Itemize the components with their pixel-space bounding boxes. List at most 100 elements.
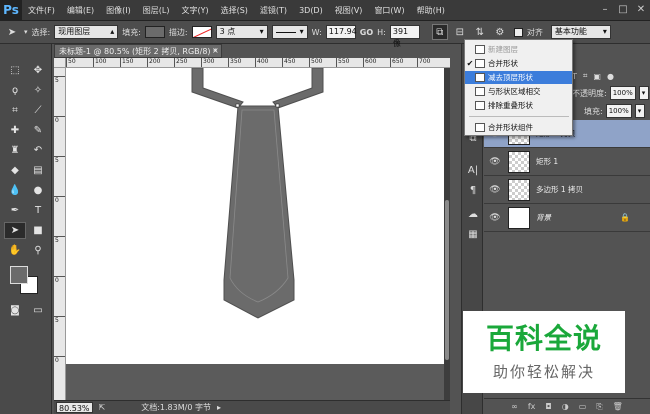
marquee-tool-icon[interactable]: ⬚: [4, 62, 26, 79]
gradient-icon[interactable]: ▤: [27, 162, 49, 179]
menu-select[interactable]: 选择(S): [215, 0, 254, 21]
pen-tool-icon[interactable]: ✒: [4, 202, 26, 219]
fill-swatch[interactable]: [144, 26, 165, 38]
scrollbar-thumb[interactable]: [445, 200, 449, 360]
rectangle-tool-icon[interactable]: ■: [27, 222, 49, 239]
quick-mask-icon[interactable]: ◙: [4, 302, 26, 319]
tie-neck-right[interactable]: [272, 68, 324, 109]
visibility-eye-icon[interactable]: 👁: [484, 185, 506, 195]
new-layer-icon[interactable]: ⎘: [596, 402, 602, 412]
stroke-size-dropdown[interactable]: 3 点 ▾: [215, 25, 268, 39]
eyedropper-icon[interactable]: ⟋: [27, 102, 49, 119]
eraser-icon[interactable]: ◆: [4, 162, 26, 179]
ruler-origin[interactable]: [54, 58, 66, 68]
foreground-color-swatch-front[interactable]: [10, 266, 28, 284]
path-selection-icon[interactable]: ➤: [4, 222, 26, 239]
info-menu-arrow-icon[interactable]: ▸: [217, 403, 221, 412]
tie-artwork[interactable]: [66, 68, 446, 364]
document-tab[interactable]: 未标题-1 @ 80.5% (矩形 2 拷贝, RGB/8) *: [54, 44, 222, 58]
move-tool-icon[interactable]: ✥: [27, 62, 49, 79]
close-tab-icon[interactable]: ×: [212, 44, 222, 58]
vertical-ruler[interactable]: 5 0 5 0 5 0 5 0: [54, 68, 66, 400]
magic-wand-icon[interactable]: ✧: [27, 82, 49, 99]
path-select-tool-icon[interactable]: ➤: [4, 24, 20, 40]
tool-presets-icon[interactable]: ☁: [465, 206, 481, 222]
maximize-button[interactable]: □: [614, 3, 632, 17]
filter-smart-icon[interactable]: ▣: [593, 72, 601, 81]
document-canvas[interactable]: [66, 68, 446, 364]
menu-file[interactable]: 文件(F): [22, 0, 61, 21]
hand-tool-icon[interactable]: ✋: [4, 242, 26, 259]
adjustment-icon[interactable]: ◑: [562, 402, 569, 411]
workspace-dropdown[interactable]: 基本功能 ▾: [550, 25, 611, 39]
stroke-swatch[interactable]: [191, 26, 212, 38]
menu-new-layer[interactable]: 新建图层: [465, 43, 572, 56]
visibility-eye-icon[interactable]: 👁: [484, 157, 506, 167]
settings-gear-icon[interactable]: ⚙: [492, 24, 508, 40]
filter-shape-icon[interactable]: ⌗: [583, 71, 588, 81]
fill-input[interactable]: 100%: [605, 104, 632, 118]
grid-panel-icon[interactable]: ▦: [465, 226, 481, 242]
filter-toggle-icon[interactable]: ●: [607, 72, 614, 81]
menu-type[interactable]: 文字(Y): [175, 0, 214, 21]
anchor-point[interactable]: [235, 103, 240, 108]
lasso-tool-icon[interactable]: ϙ: [4, 82, 26, 99]
menu-subtract-front-shape[interactable]: 减去顶层形状: [465, 71, 572, 84]
menu-combine-shapes[interactable]: ✔ 合并形状: [465, 57, 572, 70]
history-brush-icon[interactable]: ↶: [27, 142, 49, 159]
menu-merge-components[interactable]: 合并形状组件: [465, 121, 572, 134]
healing-brush-icon[interactable]: ✚: [4, 122, 26, 139]
menu-layer[interactable]: 图层(L): [137, 0, 176, 21]
path-arrangement-icon[interactable]: ⇅: [472, 24, 488, 40]
mask-icon[interactable]: ◘: [545, 402, 551, 411]
path-operations-icon[interactable]: ⧉: [431, 24, 448, 40]
menu-view[interactable]: 视图(V): [329, 0, 369, 21]
zoom-tool-icon[interactable]: ⚲: [27, 242, 49, 259]
layer-name[interactable]: 多边形 1 拷贝: [536, 184, 583, 195]
layer-name[interactable]: 背景: [536, 212, 551, 223]
layer-row[interactable]: 👁 矩形 1: [484, 148, 650, 176]
tie-neck-left[interactable]: [191, 68, 244, 109]
menu-exclude-overlap[interactable]: 排除重叠形状: [465, 99, 572, 112]
height-input[interactable]: 391 像: [389, 25, 420, 48]
brush-tool-icon[interactable]: ✎: [27, 122, 49, 139]
menu-3d[interactable]: 3D(D): [293, 0, 329, 21]
anchor-point[interactable]: [275, 103, 280, 108]
trash-icon[interactable]: 🗑: [613, 402, 623, 411]
menu-edit[interactable]: 编辑(E): [61, 0, 100, 21]
menu-intersect-shapes[interactable]: 与形状区域相交: [465, 85, 572, 98]
align-edges-checkbox[interactable]: [513, 27, 523, 37]
menu-window[interactable]: 窗口(W): [368, 0, 410, 21]
close-window-button[interactable]: ✕: [632, 3, 650, 17]
width-input[interactable]: 117.94: [325, 25, 357, 39]
horizontal-ruler[interactable]: 50 100 150 200 250 300 350 400 450 500 5…: [66, 58, 450, 68]
tie-knot-shape[interactable]: [191, 68, 324, 319]
tool-preset-chevron-icon[interactable]: ▾: [24, 28, 28, 36]
menu-help[interactable]: 帮助(H): [411, 0, 451, 21]
link-layers-icon[interactable]: ∞: [511, 402, 518, 411]
menu-filter[interactable]: 滤镜(T): [254, 0, 293, 21]
menu-image[interactable]: 图像(I): [100, 0, 137, 21]
path-alignment-icon[interactable]: ⊟: [452, 24, 468, 40]
link-dimensions-icon[interactable]: GO: [360, 28, 373, 37]
crop-tool-icon[interactable]: ⌗: [4, 102, 26, 119]
clone-stamp-icon[interactable]: ♜: [4, 142, 26, 159]
canvas-area[interactable]: [66, 68, 450, 400]
export-icon[interactable]: ⇱: [99, 403, 106, 412]
layer-name[interactable]: 矩形 1: [536, 156, 558, 167]
group-folder-icon[interactable]: ▭: [579, 402, 587, 411]
character-panel-icon[interactable]: A|: [465, 162, 481, 178]
paragraph-panel-icon[interactable]: ¶: [465, 182, 481, 198]
select-dropdown[interactable]: 现用图层 ▴: [54, 25, 119, 39]
fill-chevron-icon[interactable]: ▾: [634, 104, 645, 118]
layer-row[interactable]: 👁 多边形 1 拷贝: [484, 176, 650, 204]
fx-icon[interactable]: fx: [528, 402, 536, 411]
visibility-eye-icon[interactable]: 👁: [484, 213, 506, 223]
type-tool-icon[interactable]: T: [27, 202, 49, 219]
screen-mode-icon[interactable]: ▭: [27, 302, 49, 319]
opacity-input[interactable]: 100%: [609, 86, 636, 100]
opacity-chevron-icon[interactable]: ▾: [638, 86, 649, 100]
minimize-button[interactable]: –: [596, 3, 614, 17]
dodge-tool-icon[interactable]: ●: [27, 182, 49, 199]
stroke-type-dropdown[interactable]: ▾: [271, 25, 308, 39]
